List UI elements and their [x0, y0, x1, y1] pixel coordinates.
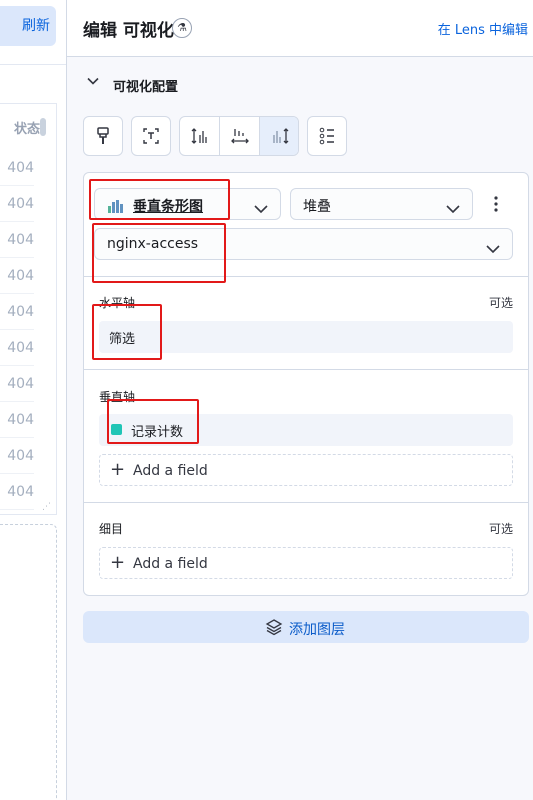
table-row[interactable]: 404	[0, 258, 34, 294]
optional-label: 可选	[488, 522, 513, 536]
chevron-down-icon	[486, 239, 500, 258]
more-options-icon[interactable]	[488, 193, 504, 217]
empty-drop-zone	[0, 524, 57, 800]
table-row[interactable]: 404	[0, 438, 34, 474]
annotation-highlight	[89, 179, 230, 220]
table-row[interactable]: 404	[0, 186, 34, 222]
bottom-axis-icon[interactable]	[220, 117, 260, 155]
plus-icon: +	[110, 552, 126, 573]
add-layer-button[interactable]: 添加图层	[83, 611, 529, 643]
panel-header: 编辑 可视化 ⚗ 在 Lens 中编辑	[67, 0, 533, 57]
plus-icon: +	[110, 459, 126, 480]
background-table-area: 刷新 状态 404 404 404 404 404 404 404 404 404 404 ⋰	[0, 0, 66, 800]
table-row[interactable]: 404	[0, 366, 34, 402]
brush-icon[interactable]	[83, 116, 123, 156]
legend-icon[interactable]	[307, 116, 347, 156]
chevron-down-icon	[446, 199, 460, 218]
add-field-button[interactable]: + Add a field	[99, 454, 513, 486]
divider	[84, 369, 528, 370]
add-field-label: Add a field	[133, 463, 208, 479]
table-row[interactable]: 404	[0, 150, 34, 186]
table-row[interactable]: 404	[0, 330, 34, 366]
add-field-label: Add a field	[133, 556, 208, 572]
resize-grip-icon[interactable]: ⋰	[42, 502, 51, 512]
right-axis-icon[interactable]	[260, 117, 298, 155]
annotation-highlight	[107, 399, 199, 444]
text-box-icon[interactable]	[131, 116, 171, 156]
annotation-highlight	[92, 304, 162, 360]
table-row[interactable]: 404	[0, 222, 34, 258]
stack-mode-select[interactable]: 堆叠	[290, 188, 473, 220]
config-section-title[interactable]: 可视化配置	[113, 76, 178, 95]
divider	[0, 64, 66, 65]
chevron-down-icon[interactable]	[87, 75, 99, 91]
table-scrollbar[interactable]	[40, 118, 46, 136]
chevron-down-icon	[254, 199, 268, 218]
refresh-button[interactable]: 刷新	[0, 6, 56, 46]
table-row[interactable]: 404	[0, 402, 34, 438]
add-field-button[interactable]: + Add a field	[99, 547, 513, 579]
add-layer-label: 添加图层	[289, 622, 345, 638]
table-row[interactable]: 404	[0, 294, 34, 330]
axis-settings-group	[179, 116, 299, 156]
annotation-highlight	[92, 223, 226, 283]
stack-mode-label: 堆叠	[303, 199, 331, 215]
panel-title: 编辑 可视化	[83, 21, 174, 41]
left-axis-icon[interactable]	[180, 117, 220, 155]
table-header-status[interactable]: 状态	[0, 114, 40, 146]
table-row[interactable]: 404	[0, 474, 34, 510]
breakdown-label: 细目	[99, 522, 124, 536]
divider	[84, 502, 528, 503]
optional-label: 可选	[488, 296, 513, 310]
layers-icon	[265, 618, 283, 640]
beaker-icon: ⚗	[172, 18, 192, 38]
edit-in-lens-link[interactable]: 在 Lens 中编辑	[438, 19, 528, 38]
